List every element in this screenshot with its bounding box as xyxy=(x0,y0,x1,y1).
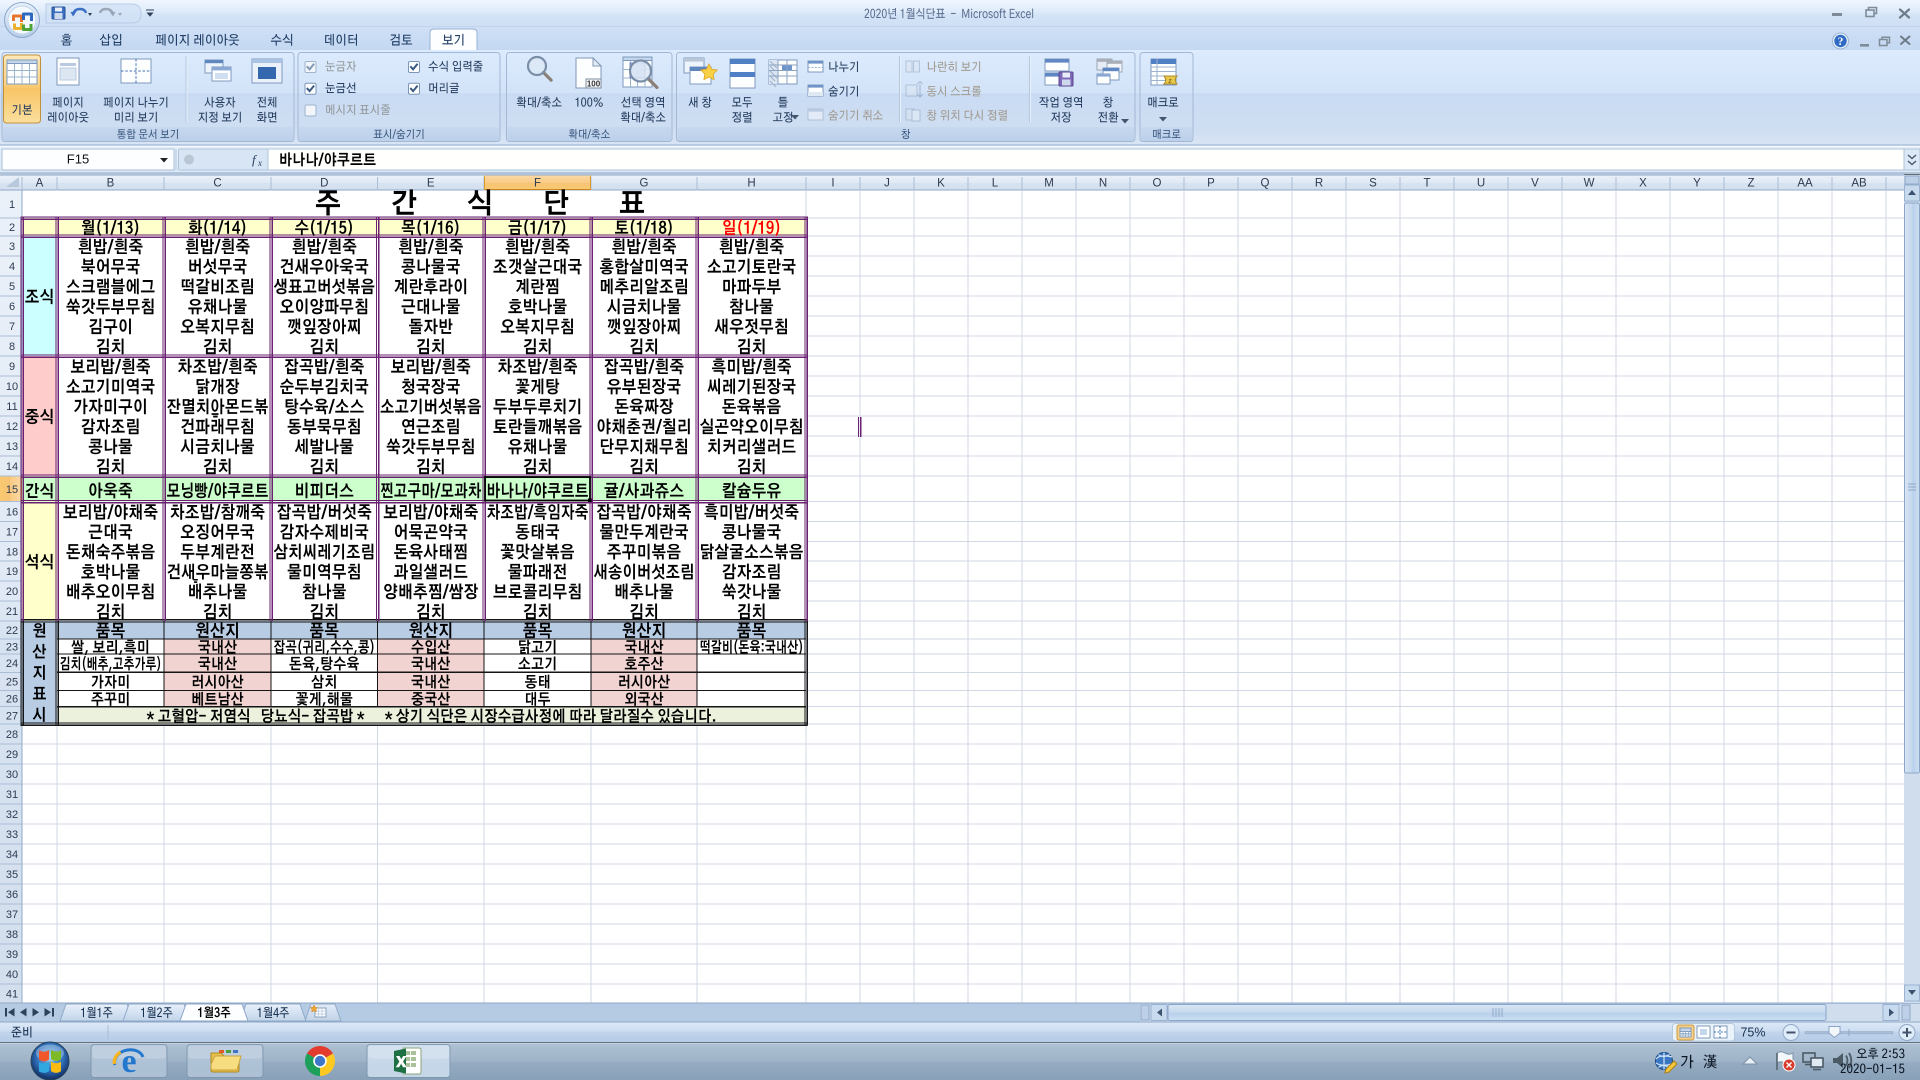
svg-text:U: U xyxy=(1477,178,1485,190)
svg-text:Q: Q xyxy=(1261,178,1270,190)
svg-text:AB: AB xyxy=(1851,178,1867,190)
svg-text:H: H xyxy=(747,178,755,190)
svg-text:R: R xyxy=(1315,178,1323,190)
svg-text:13: 13 xyxy=(6,441,18,453)
svg-text:20: 20 xyxy=(6,586,18,598)
svg-text:x: x xyxy=(257,158,262,168)
svg-text:1: 1 xyxy=(9,199,15,211)
svg-text:28: 28 xyxy=(6,729,18,741)
svg-text:Z: Z xyxy=(1747,178,1754,190)
svg-text:2: 2 xyxy=(9,222,15,234)
svg-text:I: I xyxy=(831,178,834,190)
svg-text:N: N xyxy=(1099,178,1107,190)
svg-text:29: 29 xyxy=(6,749,18,761)
svg-text:30: 30 xyxy=(6,769,18,781)
svg-text:J: J xyxy=(884,178,890,190)
svg-text:24: 24 xyxy=(6,658,18,670)
svg-text:22: 22 xyxy=(6,625,18,637)
svg-text:41: 41 xyxy=(6,989,18,1001)
svg-text:32: 32 xyxy=(6,809,18,821)
svg-text:6: 6 xyxy=(9,301,15,313)
svg-text:X: X xyxy=(1639,178,1647,190)
svg-text:39: 39 xyxy=(6,949,18,961)
svg-text:A: A xyxy=(36,178,44,190)
svg-text:Y: Y xyxy=(1693,178,1701,190)
svg-text:10: 10 xyxy=(6,381,18,393)
svg-text:G: G xyxy=(640,178,649,190)
svg-text:AA: AA xyxy=(1797,178,1813,190)
svg-text:8: 8 xyxy=(9,341,15,353)
svg-text:C: C xyxy=(213,178,221,190)
svg-text:23: 23 xyxy=(6,642,18,654)
svg-text:19: 19 xyxy=(6,566,18,578)
svg-text:M: M xyxy=(1044,178,1054,190)
svg-text:36: 36 xyxy=(6,889,18,901)
svg-text:75%: 75% xyxy=(1740,1026,1765,1040)
svg-text:35: 35 xyxy=(6,869,18,881)
svg-text:11: 11 xyxy=(6,401,17,413)
svg-text:33: 33 xyxy=(6,829,18,841)
svg-text:L: L xyxy=(992,178,999,190)
svg-text:?: ? xyxy=(1838,36,1844,48)
svg-text:S: S xyxy=(1369,178,1377,190)
svg-text:15: 15 xyxy=(6,484,18,496)
svg-text:4: 4 xyxy=(9,261,15,273)
svg-text:V: V xyxy=(1531,178,1539,190)
svg-text:P: P xyxy=(1207,178,1215,190)
svg-text:27: 27 xyxy=(6,710,18,722)
svg-text:31: 31 xyxy=(6,789,18,801)
svg-text:T: T xyxy=(1423,178,1430,190)
svg-text:34: 34 xyxy=(6,849,18,861)
svg-text:F: F xyxy=(534,178,541,190)
svg-text:E: E xyxy=(427,178,435,190)
svg-text:25: 25 xyxy=(6,676,18,688)
svg-text:B: B xyxy=(107,178,115,190)
svg-text:17: 17 xyxy=(6,526,18,538)
svg-text:W: W xyxy=(1584,178,1595,190)
svg-text:21: 21 xyxy=(6,606,18,618)
svg-text:9: 9 xyxy=(9,361,15,373)
svg-text:14: 14 xyxy=(6,461,18,473)
svg-text:16: 16 xyxy=(6,506,18,518)
svg-text:D: D xyxy=(320,178,328,190)
svg-text:100: 100 xyxy=(587,80,601,89)
svg-text:12: 12 xyxy=(6,421,18,433)
svg-text:7: 7 xyxy=(9,321,15,333)
svg-text:K: K xyxy=(937,178,945,190)
svg-text:40: 40 xyxy=(6,969,18,981)
svg-text:38: 38 xyxy=(6,929,18,941)
svg-text:F15: F15 xyxy=(67,152,89,167)
svg-text:37: 37 xyxy=(6,909,18,921)
svg-text:18: 18 xyxy=(6,546,18,558)
svg-text:O: O xyxy=(1153,178,1162,190)
svg-text:26: 26 xyxy=(6,694,18,706)
svg-text:5: 5 xyxy=(9,281,15,293)
svg-text:3: 3 xyxy=(9,241,15,253)
